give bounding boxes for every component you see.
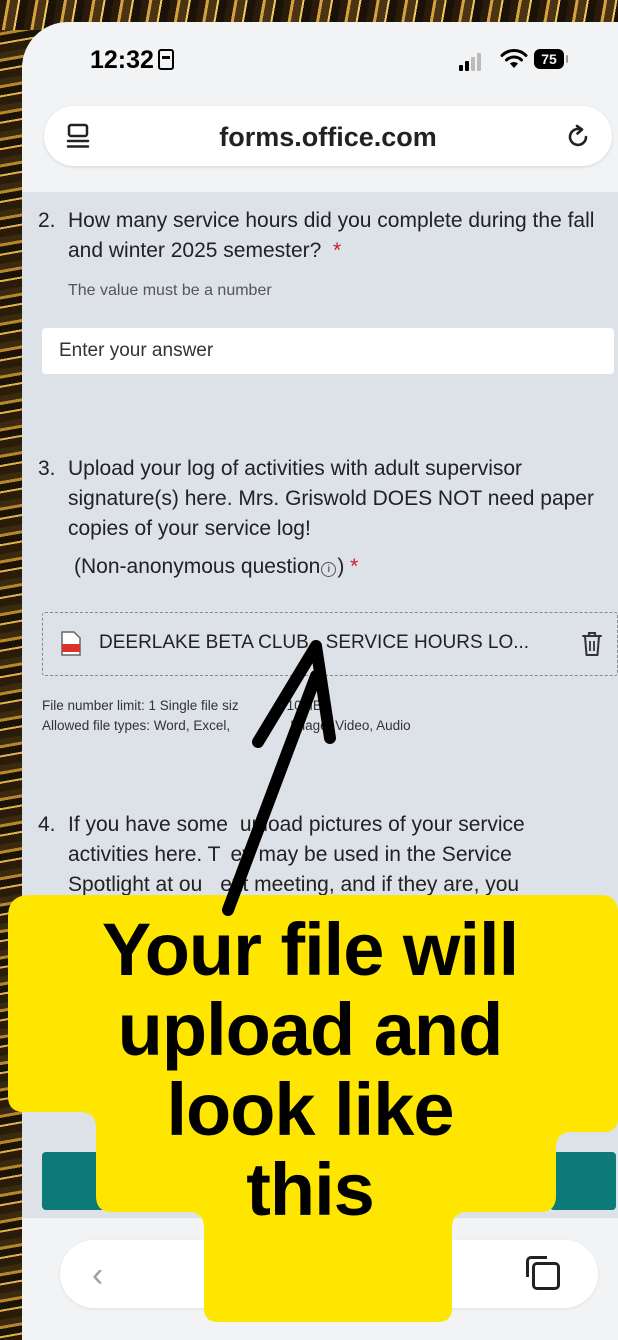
hours-answer-input[interactable]: Enter your answer (42, 328, 614, 374)
url-text[interactable]: forms.office.com (44, 122, 612, 153)
file-limit-text: File number limit: 1 Single file siz 10MB (42, 698, 322, 713)
address-bar[interactable]: forms.office.com (44, 106, 612, 166)
file-name[interactable]: DEERLAKE BETA CLUB - SERVICE HOURS LO... (99, 632, 529, 654)
browser-toolbar: ‹ (22, 1218, 618, 1340)
cellular-signal-icon (459, 53, 485, 71)
question-number: 4. (38, 813, 56, 836)
battery-icon: 75 (534, 49, 568, 69)
question-number: 2. (38, 209, 56, 232)
back-icon[interactable]: ‹ (92, 1256, 103, 1295)
toolbar-pill (60, 1240, 598, 1308)
caption-text: Your file will upload and look like this (8, 910, 612, 1230)
question-text: How many service hours did you complete … (68, 209, 595, 262)
info-icon[interactable]: i (321, 562, 337, 577)
caption-line: Your file will (101, 908, 519, 991)
required-mark: * (332, 239, 342, 262)
reload-icon[interactable] (564, 122, 592, 150)
question-text: If you have some upload pictures of your … (68, 813, 525, 896)
question-text: Upload your log of activities with adult… (68, 457, 594, 540)
question-3-note: (Non-anonymous question i) * (74, 555, 359, 578)
caption-line: this (246, 1148, 375, 1231)
wifi-icon (500, 49, 528, 68)
question-number: 3. (38, 457, 56, 480)
caption-line: look like (166, 1068, 454, 1151)
tabs-icon[interactable] (526, 1256, 560, 1290)
battery-level: 75 (541, 51, 557, 67)
pdf-file-icon (61, 631, 81, 656)
status-bar: 12:32 75 (22, 22, 618, 102)
delete-file-icon[interactable] (581, 631, 603, 657)
file-types-text: Allowed file types: Word, Excel, Image, V… (42, 718, 411, 733)
caption-line: upload and (117, 988, 504, 1071)
id-card-icon (157, 49, 174, 70)
uploaded-file-row: DEERLAKE BETA CLUB - SERVICE HOURS LO... (42, 612, 618, 676)
question-2-hint: The value must be a number (68, 282, 272, 299)
required-mark: * (350, 555, 359, 578)
status-time: 12:32 (90, 46, 174, 75)
